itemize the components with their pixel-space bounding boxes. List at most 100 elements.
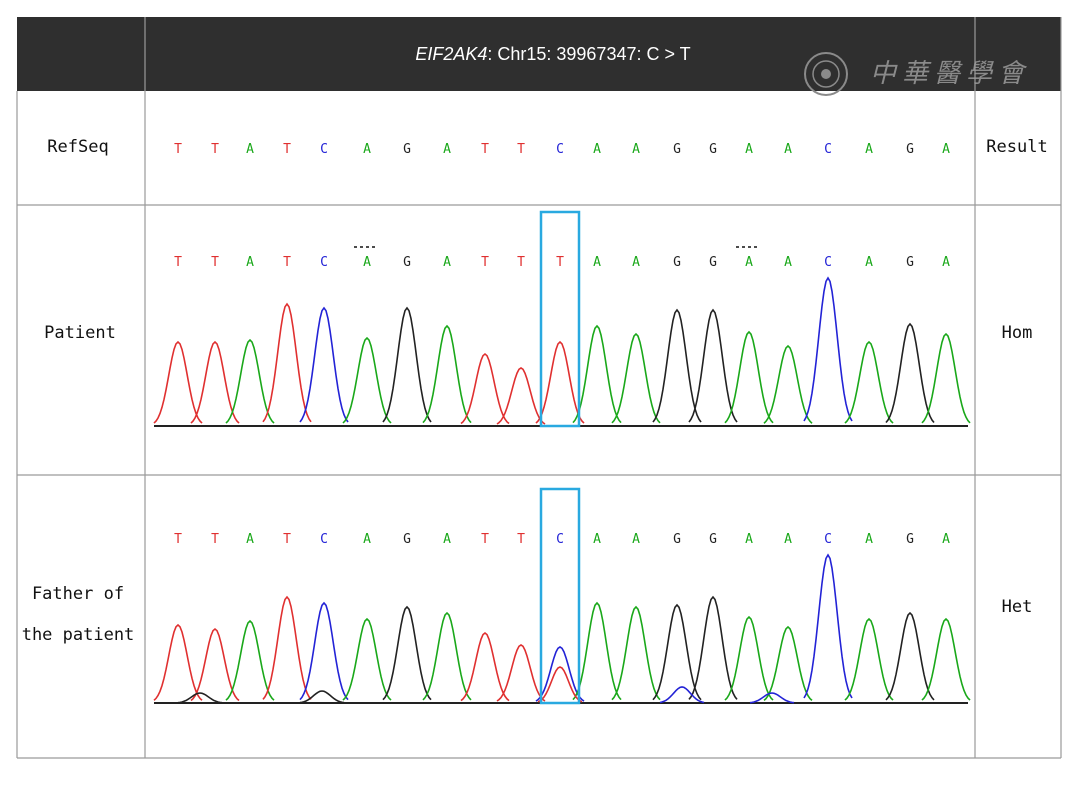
base-letter: C <box>320 142 328 157</box>
base-letter: A <box>865 255 873 270</box>
base-letter: T <box>283 532 291 547</box>
base-letter: A <box>593 142 601 157</box>
chromatogram-peak <box>153 623 203 701</box>
base-letter: A <box>632 532 640 547</box>
base-letter: A <box>865 532 873 547</box>
chromatogram-secondary-peak <box>749 692 795 704</box>
base-letter: A <box>632 142 640 157</box>
base-letter: A <box>443 142 451 157</box>
chromatogram-peak <box>885 611 935 701</box>
base-letter: C <box>320 255 328 270</box>
father-chromatogram <box>153 553 971 704</box>
base-letter: G <box>906 532 914 547</box>
base-letter: G <box>673 255 681 270</box>
base-letter: A <box>942 255 950 270</box>
base-letter: A <box>593 255 601 270</box>
base-letter: T <box>174 532 182 547</box>
refseq-sequence: TTATCAGATTCAAGGAACAGA <box>174 142 950 157</box>
base-letter: A <box>784 142 792 157</box>
chromatogram-peak <box>190 340 240 424</box>
chromatogram-peak <box>844 340 894 424</box>
chromatogram-peak <box>688 308 738 423</box>
base-letter: A <box>363 532 371 547</box>
chromatogram-peak <box>342 617 392 701</box>
chromatogram-peak <box>921 617 971 701</box>
base-letter: A <box>363 255 371 270</box>
base-letter: T <box>556 255 564 270</box>
base-letter: G <box>906 142 914 157</box>
base-letter: A <box>443 532 451 547</box>
base-letter: T <box>517 532 525 547</box>
chromatogram-peak <box>844 617 894 701</box>
base-letter: A <box>865 142 873 157</box>
base-letter: A <box>246 255 254 270</box>
chromatogram-peak <box>382 605 432 701</box>
chromatogram-peak <box>262 595 312 700</box>
base-letter: C <box>824 532 832 547</box>
chromatogram-peak <box>460 631 510 702</box>
base-letter: T <box>283 142 291 157</box>
base-letter: C <box>320 532 328 547</box>
base-letter: A <box>745 142 753 157</box>
result-patient: Hom <box>1002 323 1033 343</box>
chromatogram-peak <box>611 605 661 701</box>
father-sequence: TTATCAGATTCAAGGAACAGA <box>174 532 950 547</box>
base-letter: T <box>211 532 219 547</box>
chromatogram-peak <box>763 344 813 424</box>
base-letter: A <box>942 532 950 547</box>
chromatogram-peak <box>688 595 738 700</box>
base-letter: A <box>745 532 753 547</box>
chromatogram-peak <box>921 332 971 424</box>
chromatogram-peak <box>299 306 349 423</box>
base-letter: G <box>403 532 411 547</box>
chromatogram-peak <box>803 553 853 699</box>
chromatogram-peak <box>763 625 813 701</box>
chromatogram-peak <box>422 324 472 424</box>
base-letter: G <box>403 142 411 157</box>
base-letter: A <box>942 142 950 157</box>
base-letter: C <box>824 142 832 157</box>
chromatogram-peak <box>496 644 546 702</box>
result-father: Het <box>1002 597 1033 617</box>
base-letter: T <box>481 255 489 270</box>
chromatogram-peak <box>652 308 702 423</box>
base-letter: A <box>246 532 254 547</box>
column-label-result: Result <box>986 137 1047 157</box>
chromatogram-peak <box>382 306 432 423</box>
base-letter: T <box>517 255 525 270</box>
base-letter: A <box>363 142 371 157</box>
chromatogram-peak <box>153 340 203 424</box>
base-letter: C <box>824 255 832 270</box>
chromatogram-peak <box>225 619 275 701</box>
chromatogram-peak <box>299 601 349 701</box>
chromatogram-peak <box>225 338 275 424</box>
base-letter: G <box>403 255 411 270</box>
chromatogram-peak <box>496 367 546 425</box>
base-letter: T <box>174 142 182 157</box>
table-grid <box>16 17 1062 759</box>
base-letter: T <box>283 255 291 270</box>
variant-highlight-father <box>539 487 581 705</box>
base-letter: A <box>784 255 792 270</box>
chromatogram-peak <box>342 336 392 424</box>
chromatogram-peak <box>262 302 312 423</box>
watermark-text: 中華醫學會 <box>870 59 1030 89</box>
base-letter: G <box>709 255 717 270</box>
row-label-father-line1: Father of <box>32 584 124 604</box>
chromatogram-peak <box>803 276 853 422</box>
base-letter: A <box>632 255 640 270</box>
base-letter: C <box>556 142 564 157</box>
patient-sequence: TTATCAGATTTAAGGAACAGA <box>174 255 950 270</box>
chromatogram-peak <box>724 330 774 424</box>
base-letter: G <box>906 255 914 270</box>
base-letter: G <box>673 142 681 157</box>
header-title: EIF2AK4: Chr15: 39967347: C > T <box>415 44 690 64</box>
base-letter: T <box>211 255 219 270</box>
chromatogram-peak <box>885 322 935 423</box>
chromatogram-peak <box>652 603 702 701</box>
base-letter: T <box>174 255 182 270</box>
base-letter: C <box>556 532 564 547</box>
base-letter: G <box>673 532 681 547</box>
base-letter: G <box>709 142 717 157</box>
base-letter: T <box>211 142 219 157</box>
